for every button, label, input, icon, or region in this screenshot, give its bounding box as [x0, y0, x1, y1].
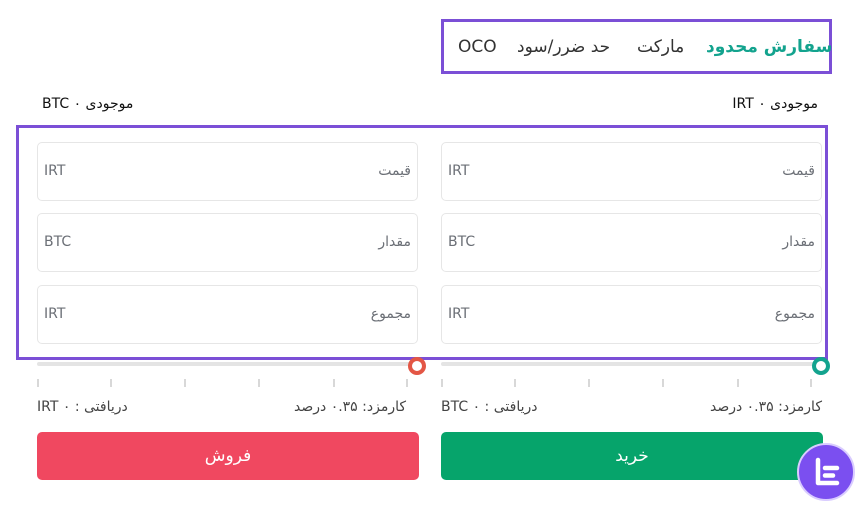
buy-total-label: مجموع	[774, 306, 815, 322]
sell-slider-tick	[333, 379, 335, 387]
brand-logo-mark-icon	[815, 457, 840, 486]
tab-limit-order[interactable]: سفارش محدود	[706, 36, 832, 58]
buy-slider-tick	[514, 379, 516, 387]
buy-amount-unit: BTC	[448, 234, 476, 250]
buy-receive-text: دریافتی : ۰ BTC	[441, 399, 538, 415]
buy-slider-tick	[441, 379, 443, 387]
buy-slider-tick	[588, 379, 590, 387]
sell-slider-tick	[258, 379, 260, 387]
sell-slider-tick	[37, 379, 39, 387]
sell-amount-field[interactable]: مقدار BTC	[37, 213, 418, 272]
buy-percent-slider[interactable]	[441, 362, 823, 366]
tab-oco[interactable]: OCO	[458, 36, 497, 58]
sell-slider-tick	[406, 379, 408, 387]
buy-slider-tick	[810, 379, 812, 387]
sell-percent-slider[interactable]	[37, 362, 419, 366]
sell-amount-label: مقدار	[378, 234, 411, 250]
buy-button[interactable]: خرید	[441, 432, 823, 480]
buy-total-unit: IRT	[448, 306, 470, 322]
sell-price-label: قیمت	[378, 163, 411, 179]
sell-slider-tick	[184, 379, 186, 387]
buy-total-field[interactable]: مجموع IRT	[441, 285, 822, 344]
buy-price-field[interactable]: قیمت IRT	[441, 142, 822, 201]
sell-amount-unit: BTC	[44, 234, 72, 250]
buy-balance: موجودی ۰ IRT	[732, 96, 818, 112]
buy-slider-handle[interactable]	[812, 357, 830, 375]
buy-slider-tick	[737, 379, 739, 387]
brand-logo-icon	[797, 443, 855, 501]
buy-amount-field[interactable]: مقدار BTC	[441, 213, 822, 272]
sell-button[interactable]: فروش	[37, 432, 419, 480]
sell-price-field[interactable]: قیمت IRT	[37, 142, 418, 201]
sell-receive-text: دریافتی : ۰ IRT	[37, 399, 128, 415]
sell-fee-text: کارمزد: ۰.۳۵ درصد	[294, 399, 407, 415]
sell-total-unit: IRT	[44, 306, 66, 322]
sell-balance: موجودی ۰ BTC	[42, 96, 134, 112]
sell-slider-tick	[110, 379, 112, 387]
sell-total-field[interactable]: مجموع IRT	[37, 285, 418, 344]
buy-price-label: قیمت	[782, 163, 815, 179]
buy-price-unit: IRT	[448, 163, 470, 179]
sell-slider-handle[interactable]	[408, 357, 426, 375]
buy-slider-tick	[662, 379, 664, 387]
tab-stop-loss-take-profit[interactable]: حد ضرر/سود	[517, 36, 610, 58]
buy-fee-text: کارمزد: ۰.۳۵ درصد	[709, 399, 822, 415]
sell-total-label: مجموع	[370, 306, 411, 322]
tab-market[interactable]: مارکت	[637, 36, 684, 58]
sell-price-unit: IRT	[44, 163, 66, 179]
buy-amount-label: مقدار	[782, 234, 815, 250]
